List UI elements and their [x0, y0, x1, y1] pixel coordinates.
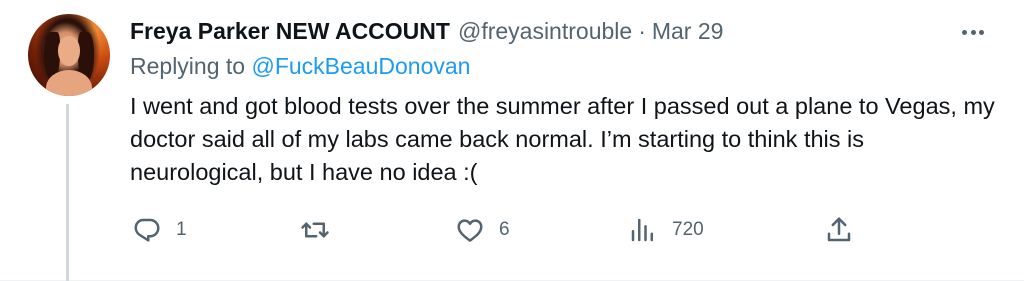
- replying-to-mention[interactable]: @FuckBeauDonovan: [251, 53, 470, 79]
- user-handle[interactable]: @freyasintrouble: [458, 18, 632, 45]
- action-bar: 1 6 720: [130, 212, 870, 248]
- tweet-date[interactable]: Mar 29: [652, 18, 724, 45]
- replying-to: Replying to @FuckBeauDonovan: [130, 53, 470, 80]
- retweet-icon: [301, 222, 329, 238]
- avatar[interactable]: [28, 14, 110, 96]
- tweet[interactable]: Freya Parker NEW ACCOUNT @freyasintroubl…: [0, 0, 1024, 281]
- separator-dot: ·: [638, 17, 646, 44]
- tweet-header: Freya Parker NEW ACCOUNT @freyasintroubl…: [130, 14, 723, 48]
- reply-count: 1: [176, 219, 187, 240]
- reply-button[interactable]: 1: [132, 212, 187, 248]
- tweet-text: I went and got blood tests over the summ…: [130, 93, 995, 185]
- thread-line: [66, 104, 69, 281]
- retweet-button[interactable]: [300, 212, 344, 248]
- views-button[interactable]: 720: [628, 212, 704, 248]
- more-icon[interactable]: [958, 20, 988, 44]
- like-count: 6: [499, 219, 510, 240]
- like-icon: [457, 219, 483, 242]
- share-icon: [827, 217, 851, 242]
- reply-icon: [134, 218, 160, 242]
- view-count: 720: [672, 219, 704, 240]
- replying-prefix: Replying to: [130, 53, 246, 79]
- like-button[interactable]: 6: [455, 212, 510, 248]
- display-name[interactable]: Freya Parker NEW ACCOUNT: [130, 18, 450, 45]
- share-button[interactable]: [824, 212, 854, 248]
- views-icon: [631, 218, 653, 242]
